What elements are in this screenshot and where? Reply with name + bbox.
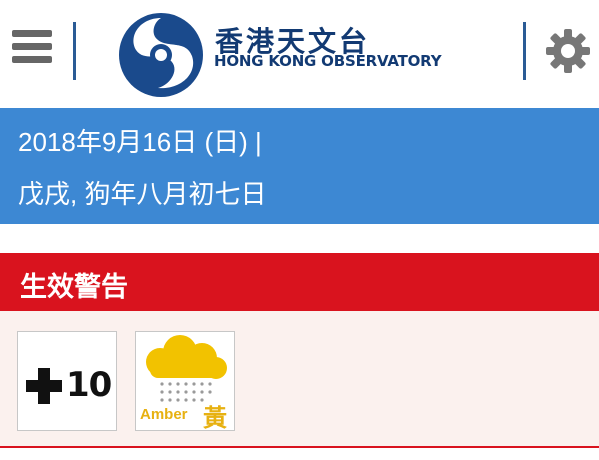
observatory-logo [119,13,203,97]
warnings-header: 生效警告 [0,253,599,311]
divider-left [73,22,76,80]
warnings-panel: 10 Amber 黃 [0,311,599,448]
amber-label: Amber [140,406,188,423]
divider-right [523,22,526,80]
date-band: 2018年9月16日 (日) | 戊戌, 狗年八月初七日 [0,108,599,224]
signal-number: 10 [66,365,112,405]
gear-icon[interactable] [545,28,591,74]
top-bar: 香港天文台 HONG KONG OBSERVATORY [0,0,599,108]
hamburger-icon[interactable] [12,30,52,70]
amber-label-chinese: 黃 [203,404,227,432]
gregorian-date: 2018年9月16日 (日) | [18,127,262,157]
amber-rainstorm-warning-icon[interactable]: Amber 黃 [135,331,235,432]
logo-title-english: HONG KONG OBSERVATORY [214,52,442,70]
tropical-cyclone-signal-10-icon[interactable]: 10 [17,331,117,431]
lunar-date: 戊戌, 狗年八月初七日 [18,179,267,209]
cross-icon [26,368,62,404]
warnings-heading: 生效警告 [20,272,128,303]
